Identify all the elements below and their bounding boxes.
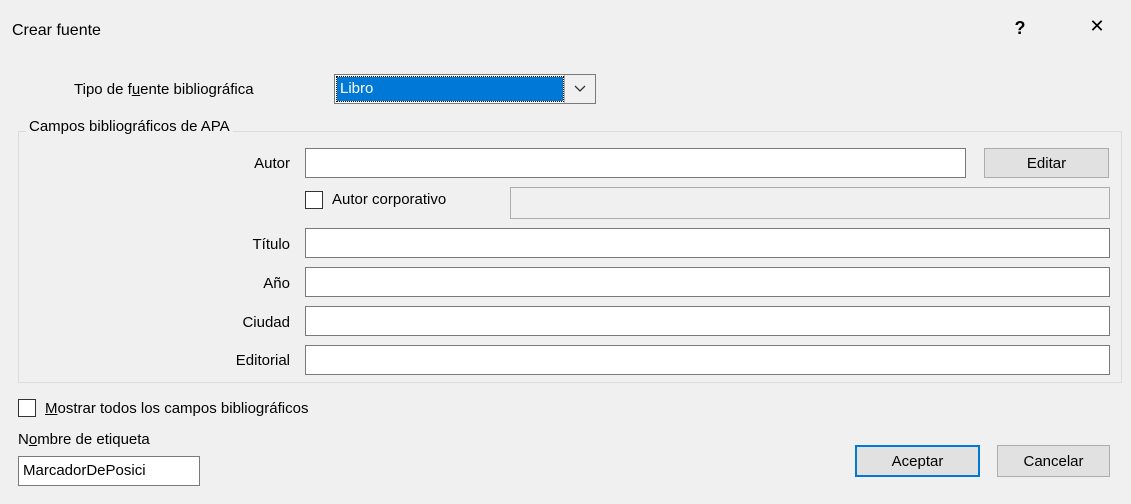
corporate-author-checkbox[interactable] xyxy=(305,191,323,209)
title-label: Título xyxy=(252,236,290,253)
show-all-fields-label[interactable]: Mostrar todos los campos bibliográficos xyxy=(45,400,308,417)
cancel-button[interactable]: Cancelar xyxy=(997,445,1110,477)
year-label: Año xyxy=(263,275,290,292)
source-type-selected: Libro xyxy=(336,76,564,102)
dialog-title: Crear fuente xyxy=(12,22,101,39)
source-type-label: Tipo de fuente bibliográfica xyxy=(74,81,254,98)
year-input[interactable] xyxy=(305,267,1110,297)
tag-name-label: Nombre de etiqueta xyxy=(18,431,150,448)
close-button[interactable]: ✕ xyxy=(1082,16,1112,37)
source-type-select[interactable]: Libro xyxy=(334,74,596,104)
publisher-label: Editorial xyxy=(235,352,290,369)
author-label: Autor xyxy=(254,155,290,172)
tag-name-input[interactable]: MarcadorDePosici xyxy=(18,456,200,486)
corporate-author-label: Autor corporativo xyxy=(332,191,447,208)
city-input[interactable] xyxy=(305,306,1110,336)
title-input[interactable] xyxy=(305,228,1110,258)
chevron-down-icon[interactable] xyxy=(564,75,595,103)
close-icon: ✕ xyxy=(1089,16,1105,36)
help-button[interactable]: ? xyxy=(1005,18,1035,39)
author-input[interactable] xyxy=(305,148,966,178)
apa-fields-group-title: Campos bibliográficos de APA xyxy=(26,118,233,135)
show-all-fields-checkbox[interactable] xyxy=(18,399,36,417)
publisher-input[interactable] xyxy=(305,345,1110,375)
edit-button[interactable]: Editar xyxy=(984,148,1109,178)
city-label: Ciudad xyxy=(242,314,290,331)
ok-button[interactable]: Aceptar xyxy=(855,445,980,477)
corporate-author-input xyxy=(510,187,1110,219)
